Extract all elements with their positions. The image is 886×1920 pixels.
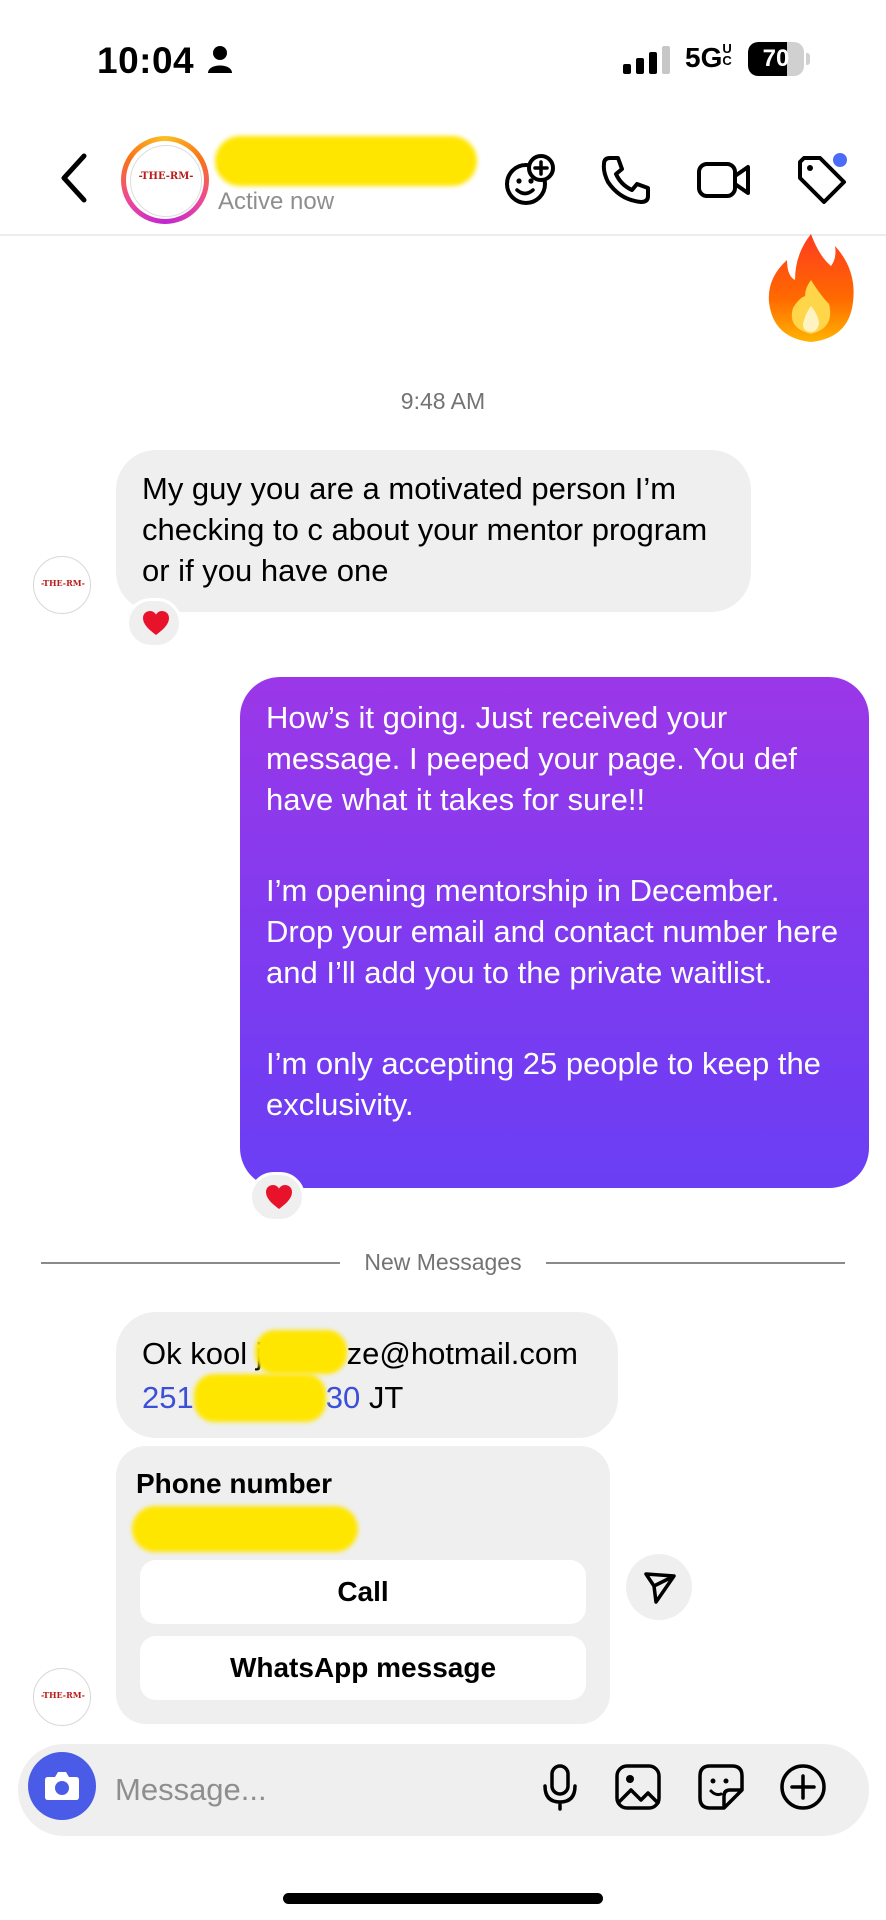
phone-redaction (193, 1374, 326, 1422)
camera-button[interactable] (28, 1752, 96, 1820)
phone-card-redaction (132, 1506, 358, 1552)
email-redaction (254, 1330, 347, 1374)
message-paragraph: How’s it going. Just received your messa… (266, 700, 797, 817)
message-text: Ok kool (142, 1336, 248, 1371)
divider-line-left (41, 1262, 340, 1264)
video-icon[interactable] (696, 152, 752, 208)
battery-indicator: 70 (748, 42, 810, 76)
avatar-logo: -THE-RM- (41, 1690, 85, 1700)
heart-icon (143, 611, 169, 635)
signal-icon (623, 46, 670, 74)
heart-reaction[interactable] (249, 1172, 305, 1222)
active-status: Active now (218, 188, 335, 215)
outgoing-message[interactable]: How’s it going. Just received your messa… (240, 677, 869, 1188)
header-divider (0, 234, 886, 236)
message-paragraph: I’m opening mentorship in December. Drop… (266, 873, 839, 990)
incoming-message[interactable]: My guy you are a motivated person I’m ch… (116, 450, 751, 612)
tag-icon[interactable] (794, 152, 850, 208)
person-icon (208, 46, 232, 73)
email-link[interactable]: ze@hotmail.com (347, 1336, 578, 1371)
status-time: 10:04 (97, 40, 195, 81)
share-button[interactable] (626, 1554, 692, 1620)
heart-reaction[interactable] (126, 598, 182, 648)
home-indicator (283, 1893, 603, 1904)
phone-card-title: Phone number (136, 1468, 333, 1499)
call-button[interactable]: Call (140, 1560, 586, 1624)
thread-timestamp: 9:48 AM (400, 388, 486, 414)
phone-link-end[interactable]: 30 (326, 1380, 360, 1415)
name-redaction (215, 136, 477, 186)
incoming-contact-message[interactable]: Ok kool jze@hotmail.com 25130 JT (116, 1312, 618, 1438)
message-paragraph: I’m only accepting 25 people to keep the… (266, 1046, 821, 1122)
phone-link-start[interactable]: 251 (142, 1380, 194, 1415)
camera-icon (45, 1772, 79, 1800)
heart-icon (266, 1185, 292, 1209)
back-icon[interactable] (58, 152, 90, 204)
whatsapp-button[interactable]: WhatsApp message (140, 1636, 586, 1700)
emoji-add-icon[interactable] (502, 152, 558, 208)
add-icon[interactable] (778, 1762, 828, 1812)
gallery-icon[interactable] (613, 1762, 663, 1812)
send-icon (644, 1572, 676, 1604)
sticker-icon[interactable] (696, 1762, 746, 1812)
new-messages-divider: New Messages (364, 1249, 522, 1275)
contact-avatar[interactable]: -THE-RM- (121, 136, 209, 224)
sender-avatar[interactable]: -THE-RM- (33, 556, 91, 614)
phone-icon[interactable] (598, 152, 654, 208)
fire-reaction (765, 232, 857, 344)
divider-line-right (546, 1262, 845, 1264)
network-label: 5GUC (685, 41, 732, 73)
avatar-logo: -THE-RM- (138, 171, 194, 182)
avatar-logo: -THE-RM- (41, 578, 85, 588)
message-input[interactable] (115, 1770, 515, 1810)
sender-avatar[interactable]: -THE-RM- (33, 1668, 91, 1726)
message-suffix: JT (360, 1380, 404, 1415)
microphone-icon[interactable] (535, 1762, 585, 1812)
